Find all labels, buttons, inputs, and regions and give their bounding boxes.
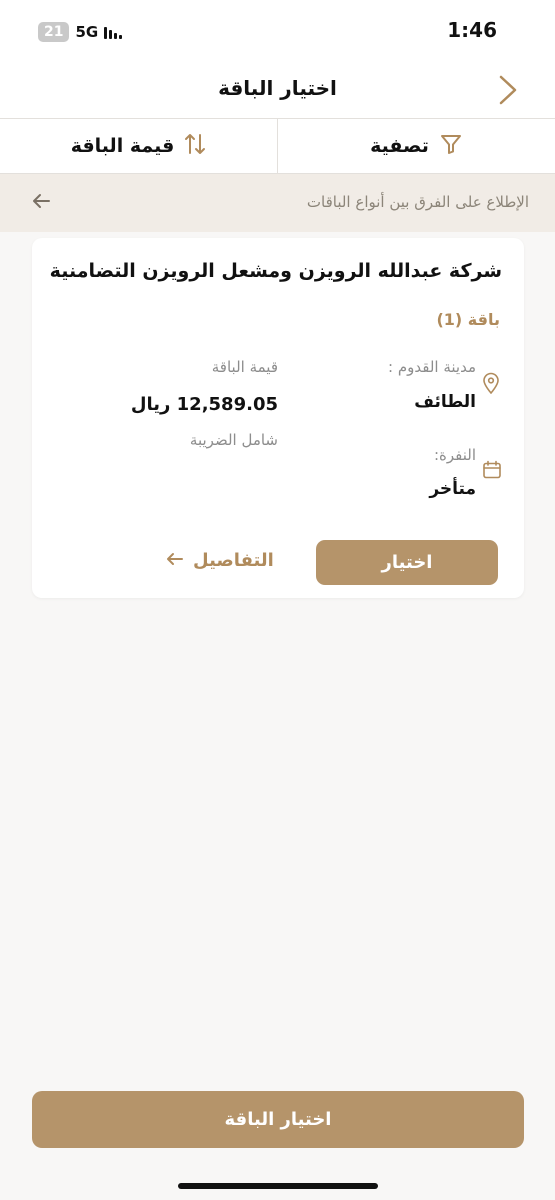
status-time: 1:46 (447, 18, 497, 42)
details-link[interactable]: التفاصيل (166, 550, 274, 571)
company-name: شركة عبدالله الرويزن ومشعل الرويزن التضا… (49, 260, 502, 282)
tax-note: شامل الضريبة (189, 431, 278, 449)
status-indicators: 21 5G (38, 22, 123, 42)
sort-arrows-icon (184, 132, 206, 161)
battery-indicator: 21 (38, 22, 70, 42)
calendar-icon (482, 460, 502, 484)
sort-button[interactable]: قيمة الباقة (0, 119, 278, 173)
details-label: التفاصيل (193, 550, 274, 571)
filter-label: تصفية (370, 135, 429, 157)
filter-funnel-icon (439, 132, 463, 161)
home-indicator (178, 1183, 378, 1189)
nafra-label: النفرة: (433, 446, 476, 464)
arrow-left-icon (32, 193, 50, 213)
arrival-city-value: الطائف (414, 392, 476, 412)
sort-label: قيمة الباقة (70, 135, 175, 157)
arrow-left-icon (166, 550, 183, 571)
filter-button[interactable]: تصفية (278, 119, 555, 173)
page-title: اختيار الباقة (218, 76, 337, 100)
sort-filter-bar: قيمة الباقة تصفية (0, 118, 555, 174)
back-chevron-icon[interactable] (491, 72, 525, 108)
location-pin-icon (482, 372, 500, 398)
price-label: قيمة الباقة (211, 358, 278, 376)
nafra-value: متأخر (429, 479, 476, 499)
app-header: اختيار الباقة (0, 62, 555, 118)
arrival-city-label: مدينة القدوم : (388, 358, 476, 376)
network-type: 5G (75, 23, 99, 41)
package-name: باقة (1) (436, 310, 500, 329)
package-card: شركة عبدالله الرويزن ومشعل الرويزن التضا… (32, 238, 524, 598)
compare-packages-banner[interactable]: الإطلاع على الفرق بين أنواع الباقات (0, 174, 555, 232)
select-package-button[interactable]: اختيار الباقة (32, 1091, 524, 1148)
price-value: 12,589.05 ريال (130, 394, 278, 415)
select-button[interactable]: اختيار (316, 540, 498, 585)
compare-packages-text: الإطلاع على الفرق بين أنواع الباقات (306, 193, 529, 211)
status-bar: 21 5G 1:46 (0, 0, 555, 62)
signal-icon (104, 25, 123, 39)
